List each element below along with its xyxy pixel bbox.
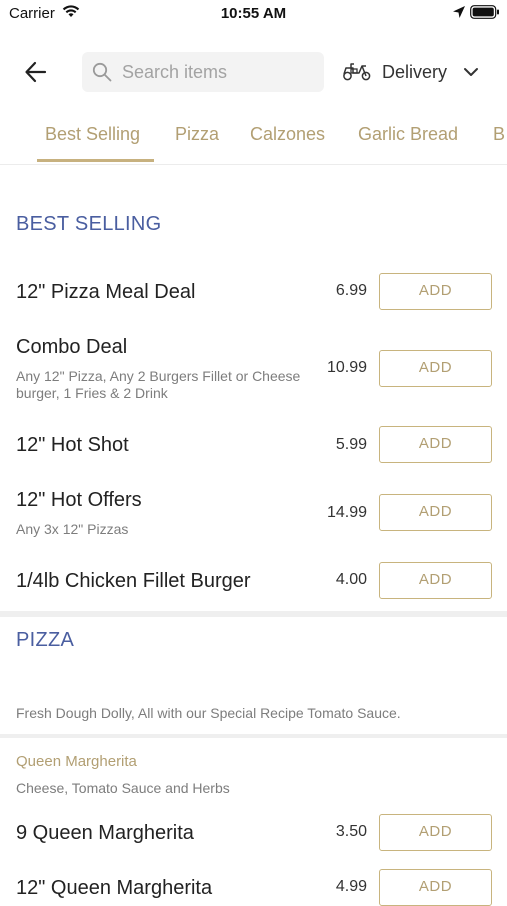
- item-name: Combo Deal: [16, 336, 128, 358]
- status-time: 10:55 AM: [220, 5, 287, 22]
- section-title-best-selling: BEST SELLING: [16, 213, 162, 235]
- scooter-icon: [342, 60, 372, 87]
- search-box[interactable]: [82, 52, 324, 92]
- search-input[interactable]: [122, 52, 317, 92]
- tab-best-selling[interactable]: Best Selling: [45, 124, 140, 145]
- item-price: 3.50: [335, 823, 367, 840]
- delivery-mode-selector[interactable]: Delivery: [342, 56, 492, 88]
- item-price: 10.99: [326, 359, 367, 376]
- add-button[interactable]: ADD: [379, 869, 492, 906]
- subcategory-description: Cheese, Tomato Sauce and Herbs: [16, 780, 230, 796]
- chevron-down-icon: [463, 65, 479, 83]
- item-description: Any 12" Pizza, Any 2 Burgers Fillet or C…: [16, 368, 301, 401]
- item-name: 12" Hot Shot: [16, 434, 129, 456]
- item-name: 12" Queen Margherita: [16, 877, 213, 899]
- tab-pizza[interactable]: Pizza: [175, 124, 219, 145]
- status-bar: Carrier 10:55 AM: [0, 0, 507, 28]
- add-button[interactable]: ADD: [379, 350, 492, 387]
- item-name: 1/4lb Chicken Fillet Burger: [16, 570, 251, 592]
- subcategory-divider: [0, 734, 507, 738]
- item-price: 4.00: [335, 571, 367, 588]
- add-button[interactable]: ADD: [379, 494, 492, 531]
- add-button[interactable]: ADD: [379, 562, 492, 599]
- delivery-label: Delivery: [382, 62, 448, 82]
- item-name: 12" Pizza Meal Deal: [16, 281, 196, 303]
- item-name: 9 Queen Margherita: [16, 822, 194, 844]
- add-button[interactable]: ADD: [379, 814, 492, 851]
- category-tabs: Best Selling Pizza Calzones Garlic Bread…: [0, 116, 507, 165]
- item-price: 5.99: [335, 436, 367, 453]
- search-icon: [92, 62, 112, 87]
- item-price: 4.99: [335, 878, 367, 895]
- tab-next[interactable]: B: [493, 124, 505, 145]
- location-arrow-icon: [452, 5, 466, 24]
- subcategory-title: Queen Margherita: [16, 753, 137, 770]
- top-bar: Delivery: [0, 48, 507, 96]
- add-button[interactable]: ADD: [379, 273, 492, 310]
- item-price: 6.99: [335, 282, 367, 299]
- section-title-pizza: PIZZA: [16, 629, 75, 651]
- section-divider: [0, 611, 507, 617]
- battery-icon: [470, 5, 500, 24]
- back-arrow-icon[interactable]: [22, 58, 50, 86]
- tab-calzones[interactable]: Calzones: [250, 124, 325, 145]
- item-name: 12" Hot Offers: [16, 489, 142, 511]
- item-price: 14.99: [326, 504, 367, 521]
- tab-garlic-bread[interactable]: Garlic Bread: [358, 124, 458, 145]
- add-button[interactable]: ADD: [379, 426, 492, 463]
- active-tab-indicator: [37, 159, 154, 162]
- section-description: Fresh Dough Dolly, All with our Special …: [16, 705, 401, 721]
- item-description: Any 3x 12" Pizzas: [16, 521, 129, 537]
